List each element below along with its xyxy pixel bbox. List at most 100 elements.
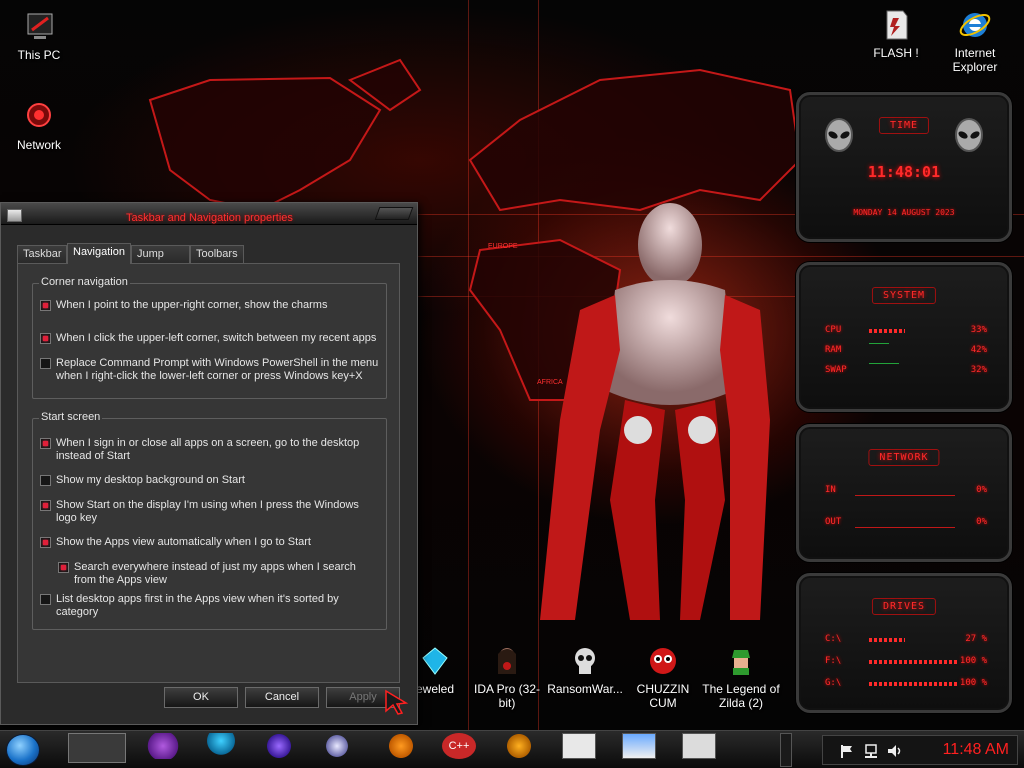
map-label-europe: EUROPE: [488, 243, 518, 250]
desktop-icon-label: RansomWar...: [547, 682, 623, 696]
time-gadget: TIME 11:48:01 MONDAY 14 AUGUST 2023: [796, 92, 1012, 242]
cancel-button[interactable]: Cancel: [245, 687, 319, 708]
option-start-on-current-display[interactable]: Show Start on the display I'm using when…: [40, 499, 380, 525]
option-label: List desktop apps first in the Apps view…: [56, 593, 339, 618]
tab-jump-lists[interactable]: Jump Lists: [131, 245, 190, 277]
close-button[interactable]: [374, 207, 414, 220]
option-go-to-desktop[interactable]: When I sign in or close all apps on a sc…: [40, 437, 380, 463]
taskbar-navigation-properties-dialog: Taskbar and Navigation properties Taskba…: [0, 202, 418, 725]
network-out-graph: [855, 527, 955, 528]
time-gadget-title: TIME: [878, 117, 930, 134]
cpu-label: CPU: [825, 325, 842, 335]
checkbox[interactable]: [58, 562, 69, 573]
mouse-cursor-icon: [385, 689, 409, 715]
corner-navigation-legend: Corner navigation: [39, 276, 130, 288]
cpu-row: CPU 33%: [825, 325, 987, 337]
swap-row: SWAP 32%: [825, 365, 987, 377]
checkbox[interactable]: [40, 537, 51, 548]
system-gadget: SYSTEM CPU 33% RAM 42% SWAP 32%: [796, 262, 1012, 412]
desktop-icon-chuzzin[interactable]: CHUZZIN CUM: [624, 644, 702, 710]
drive-g-row: G:\ 100 %: [825, 678, 987, 690]
ok-button[interactable]: OK: [164, 687, 238, 708]
desktop-icon-network[interactable]: Network: [0, 100, 78, 152]
drive-f-value: 100 %: [959, 656, 987, 666]
checkbox[interactable]: [40, 300, 51, 311]
computer-icon: [27, 13, 53, 39]
taskbar-clock[interactable]: 11:48 AM: [943, 741, 1009, 759]
search-icon[interactable]: [320, 733, 354, 759]
ida-pro-icon: [498, 648, 516, 674]
dialog-titlebar[interactable]: Taskbar and Navigation properties: [1, 203, 417, 225]
jewel-icon: [422, 647, 448, 675]
option-label: Search everywhere instead of just my app…: [74, 561, 356, 586]
corner-navigation-group: Corner navigation When I point to the up…: [32, 276, 387, 399]
paint-icon[interactable]: [146, 733, 180, 759]
explorer-window-icon[interactable]: [68, 733, 126, 763]
network-icon[interactable]: [863, 744, 879, 758]
network-gadget: NETWORK IN 0% OUT 0%: [796, 424, 1012, 562]
tab-navigation[interactable]: Navigation: [67, 243, 131, 264]
desktop-icon-label: Network: [16, 138, 61, 152]
calculator-icon[interactable]: [562, 733, 596, 759]
option-upper-right-charms[interactable]: When I point to the upper-right corner, …: [40, 299, 380, 312]
desktop-icon-internet-explorer[interactable]: Internet Explorer: [936, 8, 1014, 74]
network-in-label: IN: [825, 485, 836, 495]
checkbox[interactable]: [40, 358, 51, 369]
checkbox[interactable]: [40, 594, 51, 605]
option-upper-left-recent-apps[interactable]: When I click the upper-left corner, swit…: [40, 332, 380, 345]
dialog-app-icon: [7, 209, 22, 222]
checkbox[interactable]: [40, 500, 51, 511]
tool-icon[interactable]: [502, 733, 536, 759]
notepad-icon[interactable]: [622, 733, 656, 759]
ram-row: RAM 42%: [825, 345, 987, 357]
drive-c-value: 27 %: [965, 634, 987, 644]
tab-toolbars[interactable]: Toolbars: [190, 245, 244, 263]
desktop-icon-label: FLASH !: [873, 46, 919, 60]
system-gadget-title: SYSTEM: [871, 287, 937, 304]
start-button[interactable]: [6, 734, 40, 766]
desktop-icon-this-pc[interactable]: This PC: [0, 10, 78, 62]
checkbox[interactable]: [40, 438, 51, 449]
dialog-title: Taskbar and Navigation properties: [126, 212, 293, 224]
vlc-icon[interactable]: [384, 733, 418, 759]
flag-icon[interactable]: [839, 744, 853, 758]
desktop-icon-flash[interactable]: FLASH !: [857, 8, 935, 60]
skull-icon: [575, 648, 595, 674]
option-desktop-background-on-start[interactable]: Show my desktop background on Start: [40, 474, 380, 487]
desktop-icon-ida-pro[interactable]: IDA Pro (32-bit): [468, 644, 546, 710]
desktop-icon-ransomware[interactable]: RansomWar...: [546, 644, 624, 696]
ram-value: 42%: [970, 345, 987, 355]
desktop-icon-label: Internet Explorer: [952, 46, 998, 74]
network-out-label: OUT: [825, 517, 842, 527]
speaker-icon[interactable]: [887, 744, 903, 758]
scissors-icon[interactable]: [682, 733, 716, 759]
checkbox[interactable]: [40, 475, 51, 486]
tab-taskbar[interactable]: Taskbar: [17, 245, 67, 263]
cpp-icon[interactable]: C++: [442, 733, 476, 759]
start-screen-legend: Start screen: [39, 411, 103, 423]
desktop-icon-label: eweled: [415, 682, 455, 696]
drive-g-bar: [869, 682, 957, 686]
option-powershell-menu[interactable]: Replace Command Prompt with Windows Powe…: [40, 357, 380, 383]
network-in-graph: [855, 495, 955, 496]
navigation-tab-panel: Corner navigation When I point to the up…: [17, 263, 400, 683]
ram-graph-line: [869, 343, 889, 344]
flash-document-icon: [886, 10, 908, 40]
desktop-icon-legend-of-zilda[interactable]: The Legend of Zilda (2): [700, 644, 782, 710]
taskbar: C++ 11:48 AM: [0, 730, 1024, 768]
option-label: When I sign in or close all apps on a sc…: [56, 437, 360, 462]
checkbox[interactable]: [40, 333, 51, 344]
alien-logo-icon: [825, 118, 853, 152]
swap-graph-line: [869, 363, 899, 364]
download-icon[interactable]: [262, 733, 296, 759]
gem-icon[interactable]: [204, 733, 238, 759]
system-tray: 11:48 AM: [822, 735, 1018, 765]
option-apps-view-automatically[interactable]: Show the Apps view automatically when I …: [40, 536, 380, 549]
option-desktop-apps-first[interactable]: List desktop apps first in the Apps view…: [40, 593, 360, 619]
option-label: Show the Apps view automatically when I …: [56, 536, 311, 548]
desktop-icon-label: The Legend of Zilda (2): [702, 682, 780, 710]
option-label: Replace Command Prompt with Windows Powe…: [56, 357, 379, 382]
option-label: When I click the upper-left corner, swit…: [56, 332, 377, 344]
option-search-everywhere[interactable]: Search everywhere instead of just my app…: [58, 561, 358, 587]
drives-gadget: DRIVES C:\ 27 % F:\ 100 % G:\ 100 %: [796, 573, 1012, 713]
